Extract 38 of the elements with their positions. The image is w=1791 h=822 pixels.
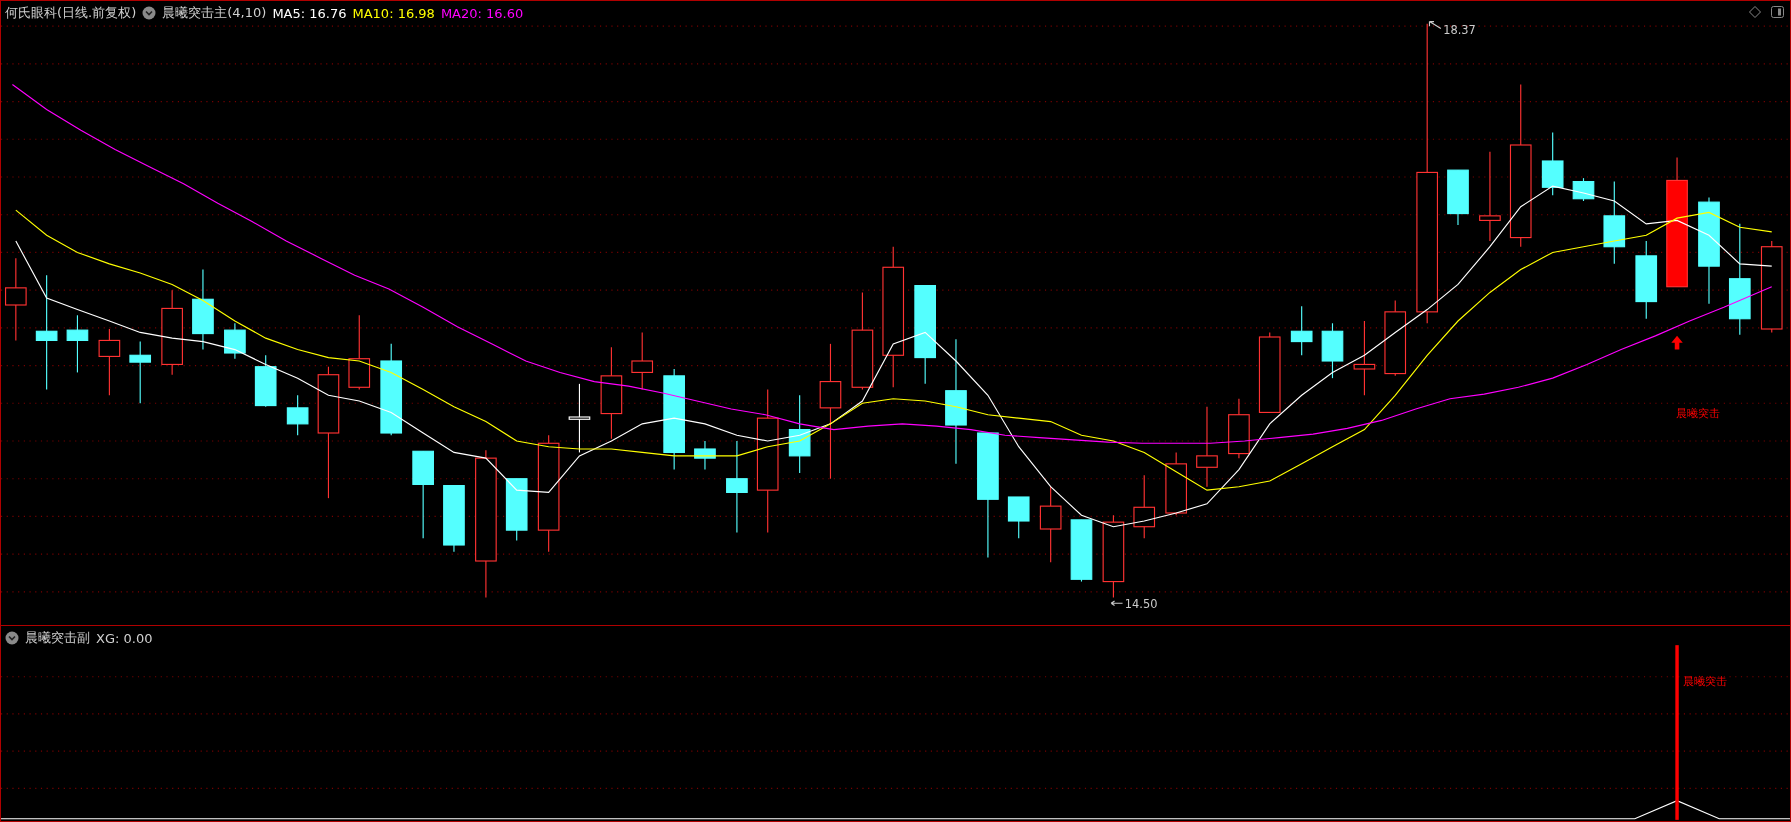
candlestick [1541, 131, 1564, 196]
candlestick [505, 478, 528, 541]
moving-average-reading: MA10: 16.98 [352, 5, 435, 21]
signal-label: 晨曦突击 [1675, 406, 1720, 420]
candlestick [631, 331, 654, 391]
candlestick [66, 314, 89, 373]
candlestick [1321, 322, 1344, 379]
candlestick [443, 485, 465, 553]
leader-line [1428, 21, 1442, 29]
candlestick [1228, 398, 1250, 459]
leader-line [1110, 600, 1124, 607]
candlestick [694, 440, 716, 471]
candlestick [98, 328, 121, 396]
high-price-label: 18.37 [1443, 23, 1476, 38]
moving-average-reading: MA20: 16.60 [440, 5, 524, 21]
candlestick [286, 394, 309, 436]
candlestick [1572, 177, 1595, 202]
signal-label: 晨曦突击 [1682, 673, 1727, 688]
indicator-reading: XG: 0.00 [96, 630, 153, 646]
candlestick [1133, 474, 1156, 539]
candlestick [224, 322, 246, 360]
stock-title: 何氏眼科(日线.前复权) [5, 4, 137, 22]
dropdown-icon[interactable] [5, 631, 19, 645]
moving-average-reading: MA5: 16.76 [272, 5, 347, 21]
candlestick [1070, 519, 1093, 583]
candlestick [254, 354, 277, 408]
low-price-label: 14.50 [1124, 596, 1158, 611]
up-arrow-icon [1671, 335, 1683, 350]
candlestick [568, 383, 591, 453]
candlestick [1290, 305, 1313, 356]
candlestick [1007, 496, 1030, 539]
dropdown-icon[interactable] [142, 6, 157, 20]
panel-toggle-icon[interactable] [1771, 6, 1784, 18]
indicator-name: 晨曦突击副 [25, 629, 90, 647]
indicator-name: 晨曦突击主(4,10) [162, 4, 267, 22]
candlestick [129, 341, 152, 404]
candlestick [1447, 169, 1469, 226]
candlestick [1165, 451, 1187, 516]
